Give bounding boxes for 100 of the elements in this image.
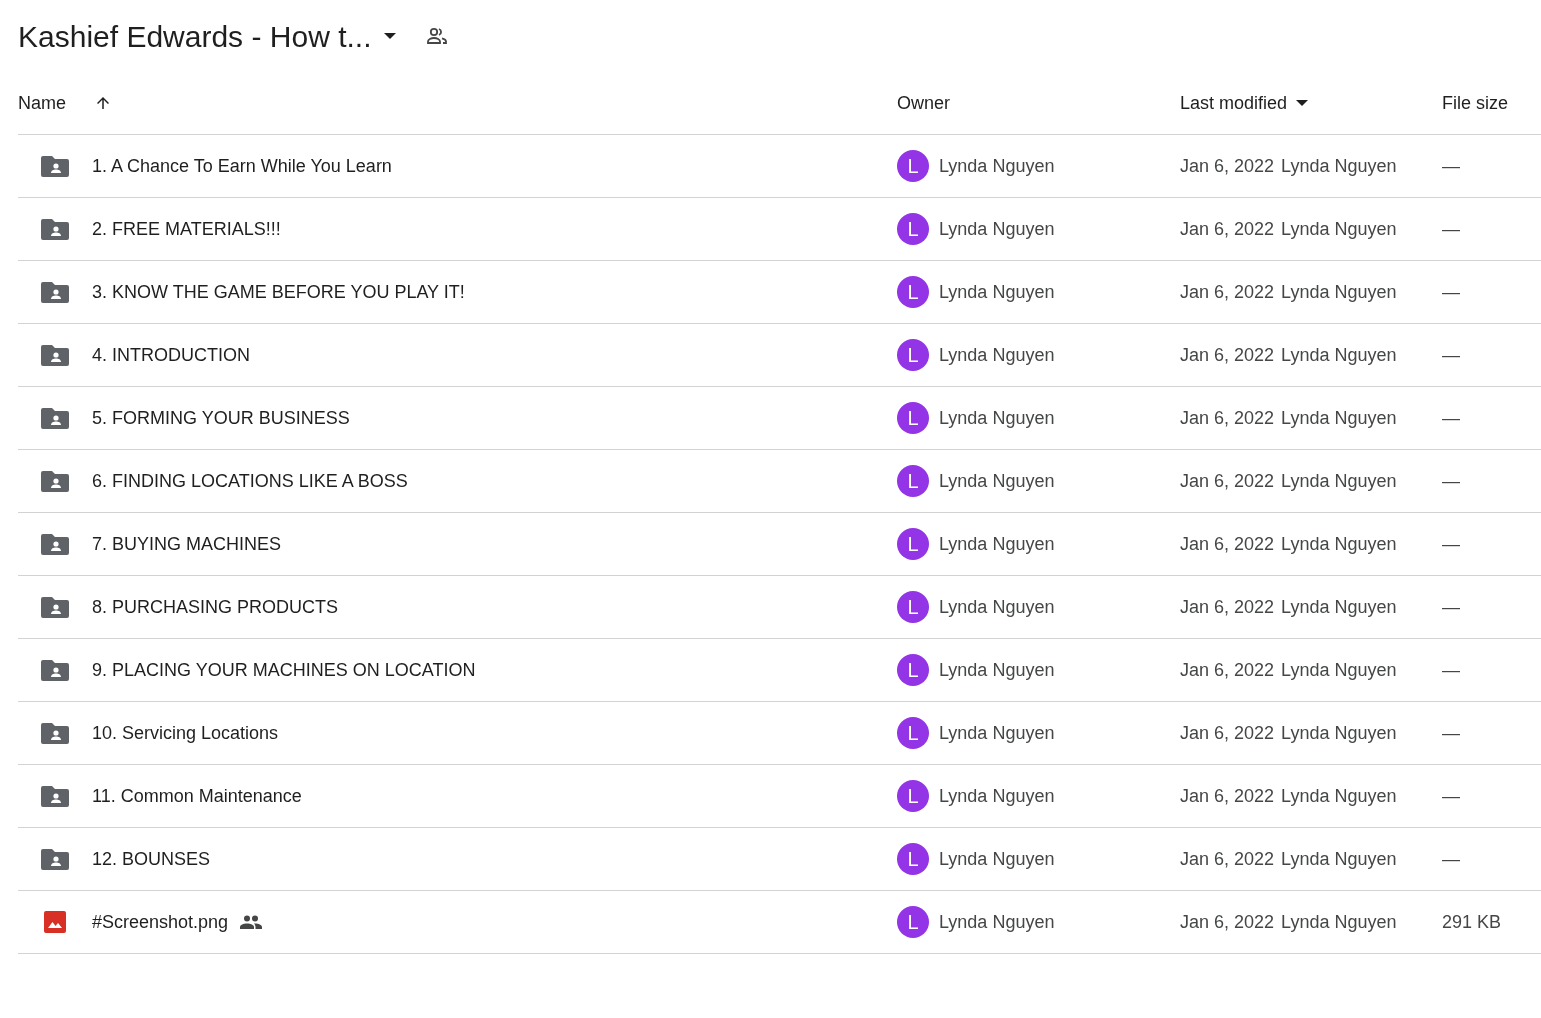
owner-avatar: L	[897, 402, 929, 434]
owner-name: Lynda Nguyen	[939, 910, 1055, 934]
owner-avatar: L	[897, 717, 929, 749]
owner-avatar: L	[897, 465, 929, 497]
file-name: 10. Servicing Locations	[92, 721, 279, 745]
modified-by: Lynda Nguyen	[1281, 910, 1397, 934]
file-row[interactable]: 5. FORMING YOUR BUSINESS L Lynda Nguyen Jan 6, 2022 Lynda Nguyen —	[18, 387, 1541, 450]
owner-avatar: L	[897, 654, 929, 686]
modified-by: Lynda Nguyen	[1281, 154, 1397, 178]
file-row[interactable]: 1. A Chance To Earn While You Learn L Lynda Nguyen Jan 6, 2022 Lynda Nguyen —	[18, 135, 1541, 198]
file-row[interactable]: 2. FREE MATERIALS!!! L Lynda Nguyen Jan 6, 2022 Lynda Nguyen —	[18, 198, 1541, 261]
modified-date: Jan 6, 2022	[1180, 280, 1275, 304]
file-size: —	[1442, 470, 1460, 491]
file-size: —	[1442, 785, 1460, 806]
file-row[interactable]: 8. PURCHASING PRODUCTS L Lynda Nguyen Jan 6, 2022 Lynda Nguyen —	[18, 576, 1541, 639]
owner-avatar: L	[897, 591, 929, 623]
modified-date: Jan 6, 2022	[1180, 532, 1275, 556]
file-size: —	[1442, 218, 1460, 239]
shared-folder-icon	[41, 596, 69, 618]
file-row[interactable]: 7. BUYING MACHINES L Lynda Nguyen Jan 6, 2022 Lynda Nguyen —	[18, 513, 1541, 576]
file-size: —	[1442, 155, 1460, 176]
owner-avatar: L	[897, 780, 929, 812]
owner-avatar: L	[897, 843, 929, 875]
file-size: 291 KB	[1442, 911, 1502, 932]
owner-avatar: L	[897, 276, 929, 308]
file-size: —	[1442, 533, 1460, 554]
owner-name: Lynda Nguyen	[939, 343, 1055, 367]
file-name: 5. FORMING YOUR BUSINESS	[92, 406, 350, 430]
file-size: —	[1442, 722, 1460, 743]
owner-name: Lynda Nguyen	[939, 658, 1055, 682]
file-name: 8. PURCHASING PRODUCTS	[92, 595, 339, 619]
modified-by: Lynda Nguyen	[1281, 721, 1397, 745]
column-header[interactable]: Name	[18, 89, 66, 117]
file-size: —	[1442, 659, 1460, 680]
owner-name: Lynda Nguyen	[939, 721, 1055, 745]
folder-title-button[interactable]: Kashief Edwards - How t...	[18, 13, 398, 59]
modified-by: Lynda Nguyen	[1281, 784, 1397, 808]
image-file-icon	[44, 911, 66, 933]
file-name: 1. A Chance To Earn While You Learn	[92, 154, 392, 178]
column-header[interactable]: File size	[1442, 89, 1508, 117]
modified-by: Lynda Nguyen	[1281, 532, 1397, 556]
modified-date: Jan 6, 2022	[1180, 343, 1275, 367]
file-name: 7. BUYING MACHINES	[92, 532, 282, 556]
owner-name: Lynda Nguyen	[939, 469, 1055, 493]
file-row[interactable]: 10. Servicing Locations L Lynda Nguyen Jan 6, 2022 Lynda Nguyen —	[18, 702, 1541, 765]
shared-folder-icon	[41, 722, 69, 744]
file-size: —	[1442, 281, 1460, 302]
file-name: #Screenshot.png	[92, 910, 229, 934]
owner-avatar: L	[897, 906, 929, 938]
file-name: 11. Common Maintenance	[92, 784, 302, 808]
modified-date: Jan 6, 2022	[1180, 910, 1275, 934]
modified-by: Lynda Nguyen	[1281, 217, 1397, 241]
owner-name: Lynda Nguyen	[939, 784, 1055, 808]
owner-avatar: L	[897, 213, 929, 245]
shared-folder-icon	[41, 848, 69, 870]
owner-name: Lynda Nguyen	[939, 847, 1055, 871]
modified-date: Jan 6, 2022	[1180, 658, 1275, 682]
file-name: 6. FINDING LOCATIONS LIKE A BOSS	[92, 469, 408, 493]
modified-by: Lynda Nguyen	[1281, 280, 1397, 304]
modified-by: Lynda Nguyen	[1281, 406, 1397, 430]
shared-folder-icon	[41, 659, 69, 681]
owner-name: Lynda Nguyen	[939, 217, 1055, 241]
owner-name: Lynda Nguyen	[939, 154, 1055, 178]
caret-down-icon[interactable]	[1295, 99, 1310, 107]
shared-folder-icon	[41, 533, 69, 555]
modified-date: Jan 6, 2022	[1180, 154, 1275, 178]
file-row[interactable]: 6. FINDING LOCATIONS LIKE A BOSS L Lynda Nguyen Jan 6, 2022 Lynda Nguyen —	[18, 450, 1541, 513]
modified-date: Jan 6, 2022	[1180, 721, 1275, 745]
file-row[interactable]: #Screenshot.png L Lynda Nguyen Jan 6, 2022 Lynda Nguyen 291 KB	[18, 891, 1541, 954]
shared-folder-icon	[41, 407, 69, 429]
file-row[interactable]: 9. PLACING YOUR MACHINES ON LOCATION L Lynda Nguyen Jan 6, 2022 Lynda Nguyen —	[18, 639, 1541, 702]
modified-by: Lynda Nguyen	[1281, 469, 1397, 493]
modified-date: Jan 6, 2022	[1180, 847, 1275, 871]
shared-folder-icon	[41, 470, 69, 492]
file-size: —	[1442, 848, 1460, 869]
modified-date: Jan 6, 2022	[1180, 595, 1275, 619]
owner-avatar: L	[897, 528, 929, 560]
file-row[interactable]: 11. Common Maintenance L Lynda Nguyen Jan 6, 2022 Lynda Nguyen —	[18, 765, 1541, 828]
owner-name: Lynda Nguyen	[939, 280, 1055, 304]
modified-date: Jan 6, 2022	[1180, 469, 1275, 493]
file-name: 2. FREE MATERIALS!!!	[92, 217, 281, 241]
column-header[interactable]: Owner	[897, 89, 950, 117]
file-name: 4. INTRODUCTION	[92, 343, 250, 367]
shared-folder-icon	[41, 344, 69, 366]
modified-by: Lynda Nguyen	[1281, 847, 1397, 871]
file-row[interactable]: 3. KNOW THE GAME BEFORE YOU PLAY IT! L Lynda Nguyen Jan 6, 2022 Lynda Nguyen —	[18, 261, 1541, 324]
file-size: —	[1442, 407, 1460, 428]
file-name: 12. BOUNSES	[92, 847, 211, 871]
shared-folder-icon	[41, 218, 69, 240]
file-name: 3. KNOW THE GAME BEFORE YOU PLAY IT!	[92, 280, 465, 304]
owner-name: Lynda Nguyen	[939, 532, 1055, 556]
owner-name: Lynda Nguyen	[939, 406, 1055, 430]
modified-by: Lynda Nguyen	[1281, 595, 1397, 619]
owner-name: Lynda Nguyen	[939, 595, 1055, 619]
file-name: 9. PLACING YOUR MACHINES ON LOCATION	[92, 658, 476, 682]
file-size: —	[1442, 596, 1460, 617]
file-row[interactable]: 12. BOUNSES L Lynda Nguyen Jan 6, 2022 Lynda Nguyen —	[18, 828, 1541, 891]
column-header[interactable]: Last modified	[1180, 89, 1288, 117]
modified-by: Lynda Nguyen	[1281, 343, 1397, 367]
file-row[interactable]: 4. INTRODUCTION L Lynda Nguyen Jan 6, 2022 Lynda Nguyen —	[18, 324, 1541, 387]
